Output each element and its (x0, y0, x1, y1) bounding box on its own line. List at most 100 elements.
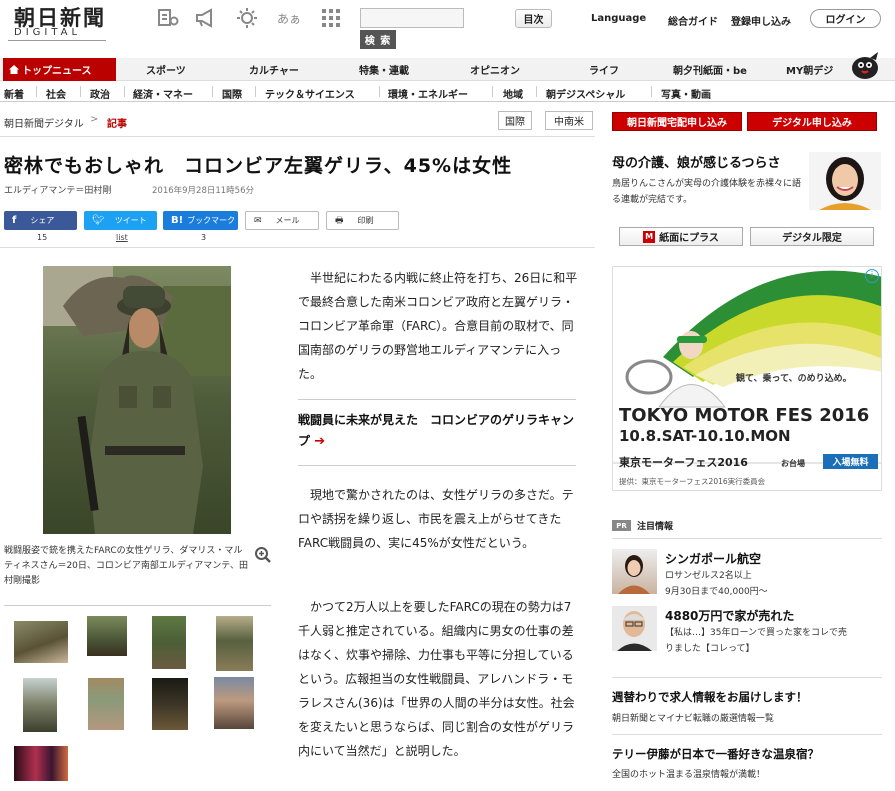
weather-sun-icon[interactable] (235, 6, 261, 30)
promo-desc: 朝日新聞とマイナビ転職の厳選情報一覧 (612, 714, 774, 724)
photo-thumbnail[interactable] (216, 616, 253, 671)
photo-thumbnail[interactable] (88, 678, 124, 730)
print-button[interactable]: 🖶 印刷 (326, 211, 399, 230)
promo-title[interactable]: 週替わりで求人情報をお届けします！ (612, 689, 808, 705)
nav-features[interactable]: 特集・連載 (359, 58, 409, 81)
pr-item-title[interactable]: 4880万円で家が売れた (665, 607, 794, 624)
mascot-icon[interactable] (848, 50, 882, 80)
nav-top-news[interactable]: トップニュース (3, 58, 116, 81)
subnav-photo-video[interactable]: 写真・動画 (661, 86, 711, 101)
nav-life[interactable]: ライフ (589, 58, 619, 81)
guide-link[interactable]: 総合ガイド (668, 13, 718, 28)
subnav-region[interactable]: 地域 (503, 86, 523, 101)
tweet-button[interactable]: 🐦︎ ツイート (84, 211, 157, 230)
subnav-divider (492, 86, 493, 97)
facebook-icon: f (12, 215, 17, 226)
toc-button[interactable]: 目次 (515, 9, 552, 28)
ad-title: TOKYO MOTOR FES 2016 (619, 405, 870, 426)
site-logo-sub: DIGITAL (14, 27, 82, 38)
photo-caption: 戦闘服姿で銃を携えたFARCの女性ゲリラ、ダマリス・マルティネスさん＝20日、コ… (4, 546, 249, 586)
pr-thumbnail[interactable] (612, 606, 657, 651)
mail-icon: ✉ (254, 215, 262, 226)
login-button[interactable]: ログイン (810, 9, 881, 28)
pr-item-title[interactable]: シンガポール航空 (665, 550, 761, 567)
nav-my-asadigi[interactable]: MY朝デジ (786, 58, 833, 81)
facebook-share-button[interactable]: f シェア (4, 211, 77, 230)
tag-international[interactable]: 国際 (498, 111, 532, 130)
digital-only-button[interactable]: デジタル限定 (750, 227, 874, 246)
subnav-special[interactable]: 朝デジスペシャル (546, 86, 625, 101)
subnav-international[interactable]: 国際 (222, 86, 242, 101)
article-paragraph: 現地で驚かされたのは、女性ゲリラの多さだ。テロや誘拐を繰り返し、市民を震え上がら… (298, 488, 574, 550)
twitter-icon: 🐦︎ (92, 215, 105, 226)
related-article-title: 戦闘員に未来が見えた コロンビアのゲリラキャンプ (298, 413, 575, 448)
divider (298, 465, 576, 466)
scrap-icon[interactable] (155, 6, 181, 30)
paper-plus-label: 紙面にプラス (659, 233, 719, 244)
advertisement[interactable]: i 観て、乗って、のめり込め。 TOKYO MOTOR FES 2016 10.… (612, 266, 882, 491)
subnav-society[interactable]: 社会 (46, 86, 66, 101)
paper-plus-icon: M (643, 230, 656, 243)
photo-thumbnail[interactable] (14, 621, 68, 663)
tweet-label: ツイート (114, 216, 147, 225)
related-article-link[interactable]: 戦闘員に未来が見えた コロンビアのゲリラキャンプ ➔ (298, 410, 576, 452)
breadcrumb-home[interactable]: 朝日新聞デジタル (4, 115, 84, 130)
font-size-icon[interactable]: あぁ (276, 6, 302, 30)
subnav-divider (124, 86, 125, 97)
zoom-icon[interactable] (254, 546, 272, 564)
nav-opinion[interactable]: オピニオン (470, 58, 520, 81)
article-main-photo[interactable] (43, 266, 231, 534)
search-button[interactable]: 検 索 (360, 30, 396, 49)
photo-thumbnail[interactable] (214, 677, 254, 729)
subnav-politics[interactable]: 政治 (90, 86, 110, 101)
divider (298, 399, 576, 400)
subnav-economy[interactable]: 経済・マネー (133, 86, 193, 101)
share-label: シェア (30, 216, 55, 225)
subnav-new[interactable]: 新着 (4, 86, 24, 101)
search-input[interactable] (360, 8, 464, 28)
paper-plus-button[interactable]: M 紙面にプラス (619, 227, 743, 246)
subnav-divider (255, 86, 256, 97)
photo-thumbnail[interactable] (87, 616, 127, 656)
pr-section-label: 注目情報 (637, 522, 674, 532)
subnav-environment[interactable]: 環境・エネルギー (388, 86, 468, 101)
nav-sports[interactable]: スポーツ (146, 58, 186, 81)
photo-thumbnail[interactable] (152, 616, 186, 669)
nav-culture[interactable]: カルチャー (249, 58, 299, 81)
divider (612, 538, 882, 539)
ad-jp-title: 東京モーターフェス2016 (619, 456, 748, 469)
megaphone-icon[interactable] (193, 6, 219, 30)
print-label: 印刷 (357, 216, 374, 225)
photo-thumbnail[interactable] (152, 678, 188, 730)
grid-menu-icon[interactable] (318, 6, 344, 30)
digital-subscribe-button[interactable]: デジタル申し込み (747, 112, 877, 131)
subnav-divider (536, 86, 537, 97)
signup-link[interactable]: 登録申し込み (731, 13, 791, 28)
feature-photo[interactable] (809, 152, 881, 210)
language-link[interactable]: Language (591, 13, 646, 24)
ad-venue: お台場 (781, 459, 805, 468)
mail-button[interactable]: ✉ メール (245, 211, 319, 230)
nav-papers[interactable]: 朝夕刊紙面・be (673, 58, 747, 81)
hatena-bookmark-button[interactable]: B! ブックマーク (163, 211, 238, 230)
article-byline: エルディアマンテ＝田村剛 (4, 186, 112, 196)
ad-info-icon[interactable]: i (865, 269, 879, 283)
article-paragraph: かつて2万人以上を要したFARCの現在の勢力は7千人弱と推定されている。組織内に… (298, 600, 575, 758)
tag-latin-america[interactable]: 中南米 (545, 111, 593, 130)
subnav-tech[interactable]: テック＆サイエンス (265, 86, 355, 101)
paper-subscribe-button[interactable]: 朝日新聞宅配申し込み (612, 112, 742, 131)
promo-title[interactable]: テリー伊藤が日本で一番好きな温泉宿？ (612, 746, 819, 762)
ad-sponsor: 提供：東京モーターフェス2016実行委員会 (619, 477, 766, 486)
feature-title[interactable]: 母の介護、娘が感じるつらさ (612, 152, 780, 171)
tweet-list-link[interactable]: list (116, 233, 128, 242)
photo-thumbnail[interactable] (23, 678, 57, 732)
pr-thumbnail[interactable] (612, 549, 657, 594)
arrow-right-icon: ➔ (314, 434, 326, 449)
bookmark-label: ブックマーク (187, 216, 236, 225)
divider (0, 136, 595, 137)
article-headline: 密林でもおしゃれ コロンビア左翼ゲリラ、45%は女性 (4, 155, 513, 177)
photo-thumbnail[interactable] (14, 746, 68, 781)
promo-desc: 全国のホット温まる温泉情報が満載！ (612, 770, 766, 780)
breadcrumb-separator: > (90, 114, 99, 125)
hatena-icon: B! (171, 215, 184, 226)
